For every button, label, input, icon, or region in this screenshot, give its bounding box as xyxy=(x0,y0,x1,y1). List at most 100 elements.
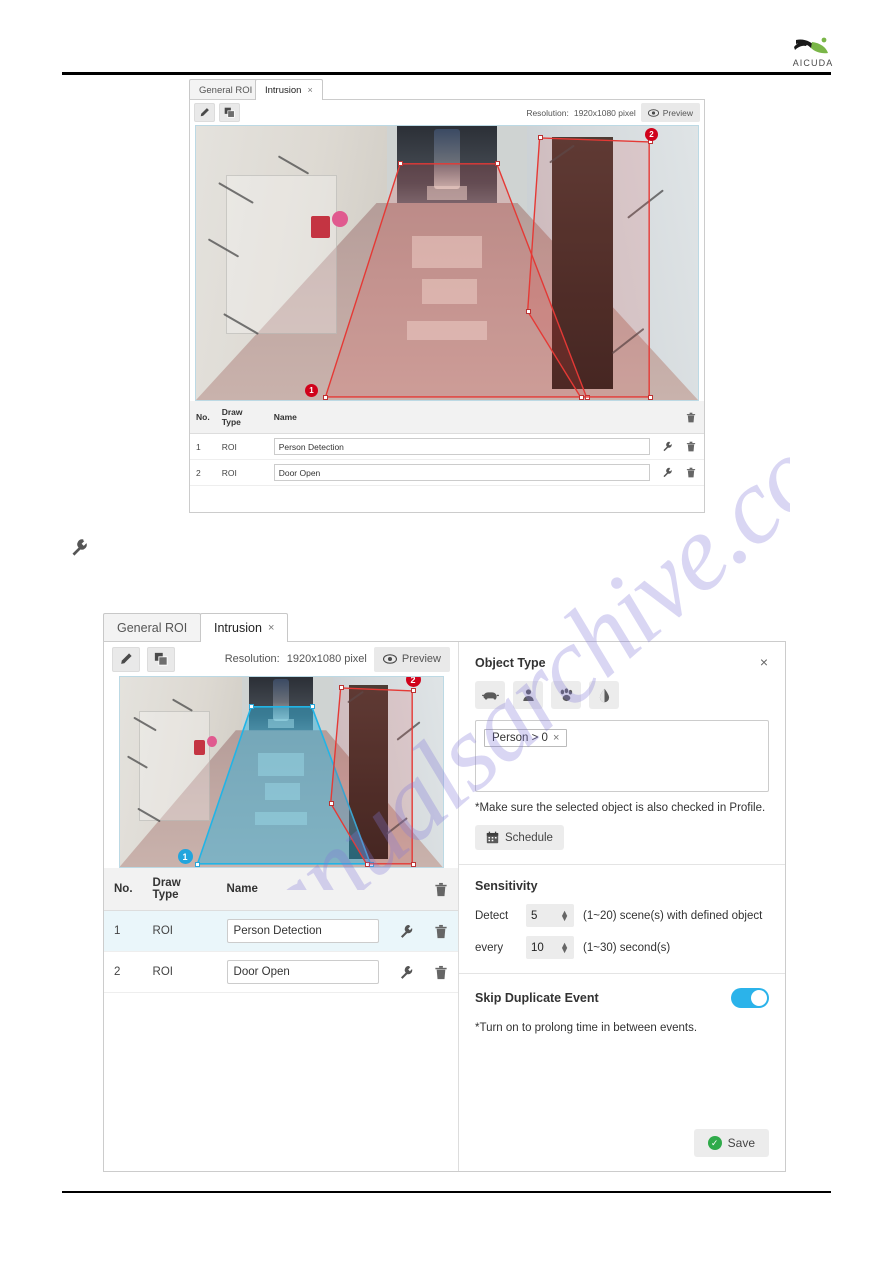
roi-handle[interactable] xyxy=(648,395,653,400)
aicuda-mark-icon xyxy=(794,37,828,54)
cell-no: 2 xyxy=(190,459,216,486)
tab-close-icon[interactable]: × xyxy=(268,622,274,634)
skip-duplicate-title: Skip Duplicate Event xyxy=(475,991,599,1005)
tab-intrusion[interactable]: Intrusion × xyxy=(255,79,323,100)
th-delete-all[interactable] xyxy=(424,868,458,911)
object-type-vehicle-button[interactable] xyxy=(475,681,505,709)
video-preview-top[interactable]: 1 2 xyxy=(195,125,699,401)
section-skip-duplicate: Skip Duplicate Event *Turn on to prolong… xyxy=(459,974,785,1048)
roi-handle[interactable] xyxy=(579,395,584,400)
copy-roi-button[interactable] xyxy=(147,646,175,672)
row-config-button[interactable] xyxy=(656,459,680,486)
object-tag-label: Person > 0 xyxy=(492,732,548,744)
wrench-icon xyxy=(400,924,413,938)
roi-handle[interactable] xyxy=(364,862,370,867)
tab-label: Intrusion xyxy=(265,84,302,96)
object-tag-list[interactable]: Person > 0 × xyxy=(475,720,769,792)
row-config-button[interactable] xyxy=(389,951,424,993)
roi-badge-1[interactable]: 1 xyxy=(177,849,193,864)
roi-handle[interactable] xyxy=(410,688,416,693)
row-config-button[interactable] xyxy=(656,433,680,460)
row-delete-button[interactable] xyxy=(680,459,704,486)
skip-duplicate-row: Skip Duplicate Event xyxy=(475,988,769,1008)
row-delete-button[interactable] xyxy=(424,910,458,952)
draw-edit-button[interactable] xyxy=(194,103,215,122)
roi-handle[interactable] xyxy=(410,862,416,867)
roi-polygon-2[interactable] xyxy=(196,126,698,401)
cell-draw-type: ROI xyxy=(215,433,268,460)
roi-handle[interactable] xyxy=(538,135,543,140)
object-type-animal-button[interactable] xyxy=(551,681,581,709)
roi-handle[interactable] xyxy=(338,685,344,690)
roi-polygon-2[interactable] xyxy=(120,677,443,868)
footer-rule xyxy=(62,1191,831,1193)
eye-icon xyxy=(647,108,659,117)
tab-close-icon[interactable]: × xyxy=(307,85,312,95)
roi-badge-2[interactable]: 2 xyxy=(645,128,658,141)
every-stepper[interactable]: 10 ▲ ▼ xyxy=(526,936,574,959)
tab-label: General ROI xyxy=(117,621,188,635)
trash-icon xyxy=(686,467,696,478)
wrench-icon xyxy=(400,965,413,979)
inline-wrench-glyph xyxy=(70,538,89,557)
detect-value: 5 xyxy=(531,909,538,922)
table-row[interactable]: 2 ROI Door Open xyxy=(104,951,458,993)
th-draw-type: Draw Type xyxy=(142,868,217,911)
skip-duplicate-toggle[interactable] xyxy=(731,988,769,1008)
table-row[interactable]: 2 ROI Door Open xyxy=(190,459,704,486)
roi-name-input[interactable]: Door Open xyxy=(226,960,379,984)
tab-bar-bottom: General ROI Intrusion × xyxy=(103,612,786,642)
roi-handle[interactable] xyxy=(526,309,531,314)
copy-roi-button[interactable] xyxy=(219,103,240,122)
object-type-liquid-button[interactable] xyxy=(589,681,619,709)
header-rule xyxy=(62,72,831,75)
cell-no: 1 xyxy=(104,910,143,952)
th-delete-all[interactable] xyxy=(680,401,704,434)
roi-name-input[interactable]: Person Detection xyxy=(273,438,650,455)
resolution-value: 1920x1080 pixel xyxy=(573,107,636,118)
row-delete-button[interactable] xyxy=(424,951,458,993)
droplet-icon xyxy=(599,688,609,702)
resolution-label: Resolution: xyxy=(526,107,569,118)
wrench-icon xyxy=(663,441,672,452)
object-tag[interactable]: Person > 0 × xyxy=(484,729,568,747)
tab-general-roi[interactable]: General ROI xyxy=(189,79,263,100)
preview-button[interactable]: Preview xyxy=(640,103,700,122)
th-name: Name xyxy=(267,401,656,434)
every-label: every xyxy=(475,941,504,954)
detect-stepper[interactable]: 5 ▲ ▼ xyxy=(526,904,574,927)
roi-name-input[interactable]: Door Open xyxy=(273,464,650,481)
preview-button[interactable]: Preview xyxy=(373,646,450,672)
draw-edit-button[interactable] xyxy=(112,646,140,672)
paw-icon xyxy=(560,688,572,702)
stepper-arrows-icon[interactable]: ▲ ▼ xyxy=(560,940,569,954)
object-type-person-button[interactable] xyxy=(513,681,543,709)
cell-draw-type: ROI xyxy=(142,910,217,952)
tab-general-roi[interactable]: General ROI xyxy=(103,613,202,642)
cell-name: Person Detection xyxy=(267,433,656,460)
video-preview-bottom[interactable]: 1 2 xyxy=(118,676,444,868)
preview-label: Preview xyxy=(401,653,441,665)
tag-remove-icon[interactable]: × xyxy=(553,732,559,744)
copy-icon xyxy=(224,107,235,118)
roi-badge-1[interactable]: 1 xyxy=(305,384,318,397)
roi-handle[interactable] xyxy=(328,801,334,806)
row-config-button[interactable] xyxy=(389,910,424,952)
toolbar-bottom: Resolution: 1920x1080 pixel Preview xyxy=(104,642,458,676)
close-settings-button[interactable]: × xyxy=(756,654,772,670)
panel-bottom: Resolution: 1920x1080 pixel Preview 1 2 … xyxy=(103,641,786,1172)
roi-name-input[interactable]: Person Detection xyxy=(226,919,379,943)
calendar-icon xyxy=(486,831,499,844)
table-row[interactable]: 1 ROI Person Detection xyxy=(190,433,704,460)
tab-label: General ROI xyxy=(199,84,253,96)
row-delete-button[interactable] xyxy=(680,433,704,460)
person-icon xyxy=(522,689,534,702)
stepper-arrows-icon[interactable]: ▲ ▼ xyxy=(560,908,569,922)
tab-intrusion[interactable]: Intrusion × xyxy=(200,613,289,642)
cell-no: 2 xyxy=(104,951,143,993)
th-spacer xyxy=(656,401,680,434)
schedule-button[interactable]: Schedule xyxy=(475,825,564,850)
table-row[interactable]: 1 ROI Person Detection xyxy=(104,910,458,952)
trash-icon xyxy=(686,412,696,422)
save-button[interactable]: ✓ Save xyxy=(693,1129,769,1157)
